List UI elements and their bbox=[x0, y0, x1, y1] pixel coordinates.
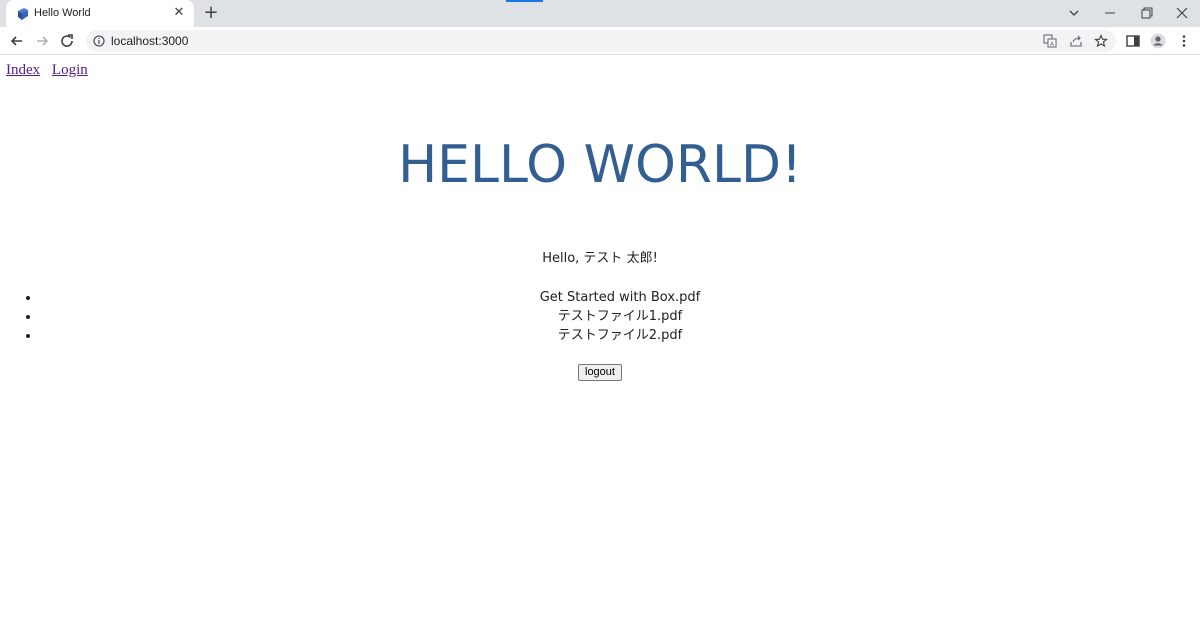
translate-icon[interactable]: A bbox=[1043, 34, 1057, 48]
tab-strip-accent bbox=[506, 0, 543, 2]
close-window-icon[interactable] bbox=[1171, 3, 1193, 23]
file-list: Get Started with Box.pdf テストファイル1.pdf テス… bbox=[0, 288, 1200, 345]
reload-icon[interactable] bbox=[58, 32, 76, 50]
side-panel-icon[interactable] bbox=[1125, 33, 1141, 49]
top-nav: Index Login bbox=[6, 62, 96, 79]
file-list-item: Get Started with Box.pdf bbox=[40, 288, 1200, 307]
tab-search-icon[interactable] bbox=[1063, 3, 1085, 23]
tab-strip: Hello World ✕ + bbox=[0, 0, 1200, 27]
plus-icon[interactable]: + bbox=[202, 4, 220, 22]
page-content: Index Login HELLO WORLD! Hello, テスト 太郎! … bbox=[0, 56, 1200, 641]
file-list-item: テストファイル2.pdf bbox=[40, 326, 1200, 345]
nav-link-login[interactable]: Login bbox=[52, 62, 88, 78]
info-icon[interactable] bbox=[93, 35, 105, 47]
menu-kebab-icon[interactable] bbox=[1176, 33, 1192, 49]
address-bar[interactable]: localhost:3000 A bbox=[86, 30, 1116, 52]
share-icon[interactable] bbox=[1069, 34, 1083, 48]
bookmark-star-icon[interactable] bbox=[1094, 34, 1108, 48]
back-arrow-icon[interactable] bbox=[8, 32, 26, 50]
page-title: HELLO WORLD! bbox=[398, 135, 802, 195]
logout-button[interactable]: logout bbox=[578, 363, 622, 381]
url-text[interactable]: localhost:3000 bbox=[111, 34, 188, 48]
profile-avatar-icon[interactable] bbox=[1150, 33, 1166, 49]
browser-tab[interactable]: Hello World ✕ bbox=[6, 0, 194, 27]
nav-link-index[interactable]: Index bbox=[6, 62, 40, 78]
file-list-item: テストファイル1.pdf bbox=[40, 307, 1200, 326]
tab-title: Hello World bbox=[34, 7, 91, 19]
app-logo-icon bbox=[18, 8, 28, 20]
minimize-icon[interactable] bbox=[1099, 3, 1121, 23]
logout-container: logout bbox=[0, 360, 1200, 381]
forward-arrow-icon[interactable] bbox=[33, 32, 51, 50]
greeting-text: Hello, テスト 太郎! bbox=[542, 251, 658, 266]
close-icon[interactable]: ✕ bbox=[172, 6, 186, 20]
browser-toolbar: localhost:3000 A bbox=[0, 27, 1200, 55]
restore-icon[interactable] bbox=[1135, 3, 1157, 23]
